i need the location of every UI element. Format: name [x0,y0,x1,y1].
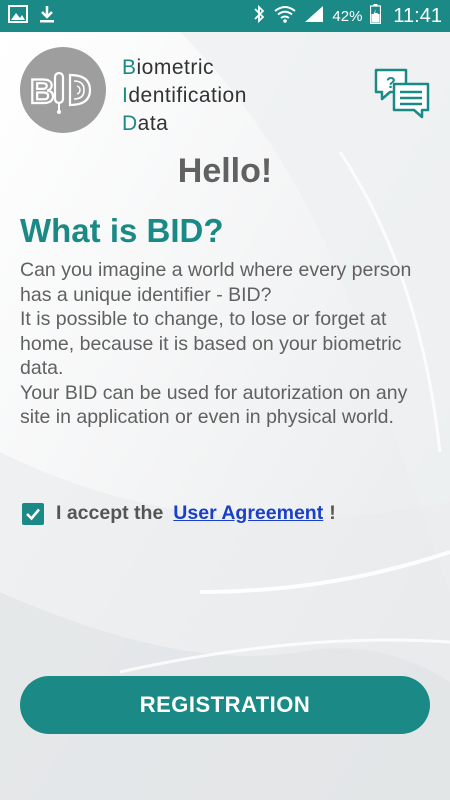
app-name: Biometric Identification Data [122,54,247,138]
status-right: 42% 11:41 [252,3,442,29]
chat-icon[interactable]: ? [372,66,432,122]
status-left [8,4,56,29]
logo-word-biometric: iometric [136,56,215,79]
clock: 11:41 [393,4,442,27]
what-is-bid-heading: What is BID? [20,212,224,249]
battery-icon [370,3,382,29]
download-icon [38,4,56,29]
battery-percent: 42% [332,7,363,25]
main-content: B Biometric Identification Data ? Hello!… [0,32,450,800]
hello-heading: Hello! [177,152,273,190]
logo-word-identification: dentification [128,84,247,107]
bid-logo-icon: B [29,71,92,114]
logo-word-data: ata [137,112,169,135]
logo-letter-d: D [122,112,138,135]
description-paragraph-2: It is possible to change, to lose or for… [20,308,402,379]
registration-button[interactable]: REGISTRATION [20,676,430,734]
agreement-row: I accept the User Agreement ! [22,502,336,525]
gallery-icon [8,4,28,28]
wifi-icon [274,5,297,28]
agreement-prefix: I accept the [56,502,164,524]
agreement-checkbox[interactable] [22,502,44,525]
checkmark-icon [26,508,40,520]
bid-logo: B [20,47,106,133]
logo-letter-b: B [122,56,137,79]
user-agreement-link[interactable]: User Agreement [173,502,323,525]
agreement-suffix: ! [329,502,336,524]
description: Can you imagine a world where every pers… [20,258,420,430]
signal-icon [304,5,324,28]
svg-text:B: B [30,73,55,111]
bluetooth-icon [252,4,266,29]
description-paragraph-1: Can you imagine a world where every pers… [20,259,412,306]
status-bar: 42% 11:41 [0,0,450,32]
description-paragraph-3: Your BID can be used for autorization on… [20,381,408,429]
